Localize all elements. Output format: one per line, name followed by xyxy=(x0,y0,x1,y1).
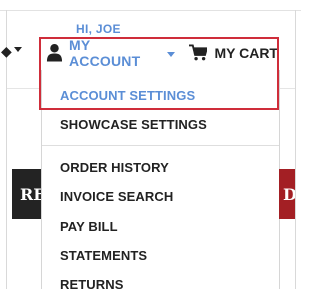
my-account-button[interactable]: MY ACCOUNT xyxy=(69,37,160,69)
menu-item-pay-bill[interactable]: PAY BILL xyxy=(60,219,118,234)
chevron-down-icon[interactable] xyxy=(166,51,175,57)
user-greeting: HI, JOE xyxy=(76,22,121,36)
header-partial-icon: ◆ xyxy=(1,43,12,59)
menu-item-statements[interactable]: STATEMENTS xyxy=(60,248,147,263)
menu-divider xyxy=(42,145,279,146)
menu-item-showcase-settings[interactable]: SHOWCASE SETTINGS xyxy=(60,117,207,132)
browser-top-edge xyxy=(0,0,301,11)
my-cart-link[interactable]: MY CART xyxy=(214,45,278,61)
right-banner-fragment: D xyxy=(279,169,295,219)
menu-item-invoice-search[interactable]: INVOICE SEARCH xyxy=(60,189,173,204)
left-banner-fragment: RE xyxy=(12,169,41,219)
chevron-down-icon[interactable] xyxy=(14,47,22,52)
account-nav-row: MY ACCOUNT MY CART xyxy=(40,36,278,70)
user-icon xyxy=(46,44,63,62)
menu-item-account-settings[interactable]: ACCOUNT SETTINGS xyxy=(60,88,195,103)
account-dropdown-menu: ACCOUNT SETTINGS SHOWCASE SETTINGS ORDER… xyxy=(41,70,280,292)
menu-item-order-history[interactable]: ORDER HISTORY xyxy=(60,160,169,175)
menu-item-returns[interactable]: RETURNS xyxy=(60,277,124,292)
page-right-edge xyxy=(295,10,296,289)
shopping-cart-icon[interactable] xyxy=(188,44,208,62)
